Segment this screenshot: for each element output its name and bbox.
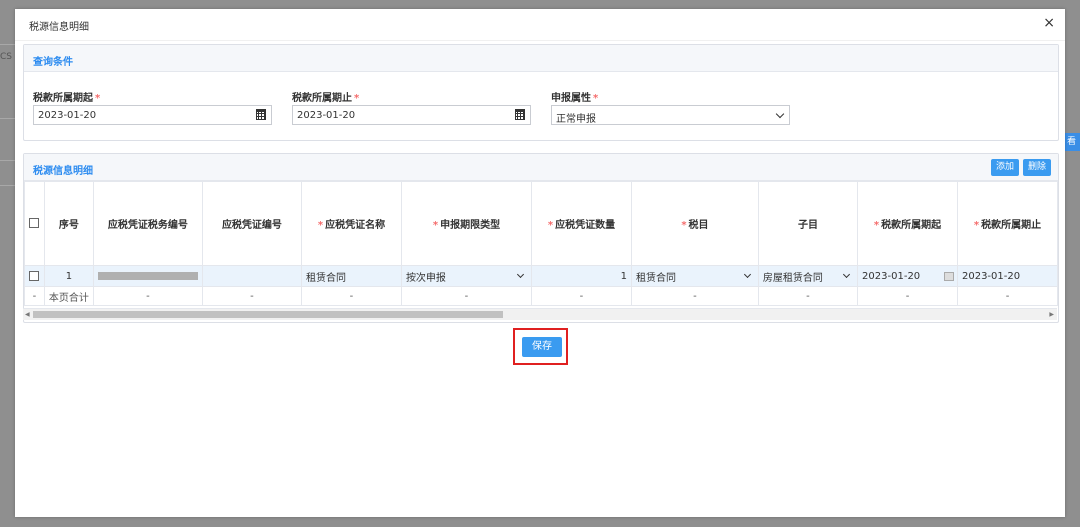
- declaration-attr-label: 申报属性: [551, 93, 591, 104]
- row-quantity-input[interactable]: 1: [531, 265, 632, 287]
- col-header-voucher-no: 应税凭证编号: [201, 181, 303, 266]
- chevron-down-icon: [743, 270, 751, 279]
- row-tax-no-redacted: [92, 265, 203, 287]
- row-period-end-input[interactable]: 2023-01-20: [956, 265, 1058, 287]
- row-voucher-name[interactable]: 租赁合同: [301, 265, 402, 287]
- chevron-down-icon: [843, 270, 851, 279]
- required-mark: *: [354, 93, 360, 104]
- row-checkbox-cell[interactable]: [24, 265, 45, 287]
- row-voucher-no-input[interactable]: [201, 265, 303, 287]
- col-header-tax-no: 应税凭证税务编号: [92, 181, 203, 266]
- background-divider: [0, 44, 16, 45]
- required-mark: *: [593, 93, 599, 104]
- detail-panel: 税源信息明细 添加 删除 序号 应税凭证税务编号 应税凭证编号 * 应税凭证名称 …: [23, 153, 1059, 323]
- query-panel-title: 查询条件: [33, 57, 73, 68]
- row-period-type-select[interactable]: 按次申报: [400, 265, 533, 287]
- background-divider: [0, 118, 16, 119]
- row-sub-item-select[interactable]: 房屋租赁合同: [757, 265, 859, 287]
- row-period-start-input[interactable]: 2023-01-20: [857, 265, 958, 287]
- calendar-icon[interactable]: [256, 109, 266, 120]
- scroll-right-icon[interactable]: ▶: [1049, 311, 1054, 318]
- chevron-down-icon: [775, 109, 785, 119]
- period-end-value: 2023-01-20: [297, 110, 356, 121]
- redacted-bar: [97, 271, 198, 280]
- col-header-voucher-name: * 应税凭证名称: [301, 181, 402, 266]
- declaration-attr-field: 申报属性 * 正常申报: [551, 89, 790, 125]
- period-start-label: 税款所属期起: [33, 93, 93, 104]
- col-header-item: * 税目: [630, 181, 759, 266]
- add-row-button[interactable]: 添加: [991, 159, 1019, 176]
- col-header-period-start: * 税款所属期起: [857, 181, 958, 266]
- period-start-input[interactable]: 2023-01-20: [33, 105, 272, 125]
- col-header-period-type: * 申报期限类型: [400, 181, 533, 266]
- save-button[interactable]: 保存: [522, 337, 562, 357]
- scrollbar-thumb[interactable]: [33, 311, 503, 318]
- tax-source-detail-modal: 税源信息明细 × 查询条件 税款所属期起 * 2023-01-20 税款所属期止 *…: [15, 9, 1065, 517]
- period-start-field: 税款所属期起 * 2023-01-20: [33, 89, 272, 125]
- table-horizontal-scrollbar[interactable]: ◀ ▶: [23, 308, 1057, 320]
- period-start-value: 2023-01-20: [38, 110, 97, 121]
- col-header-quantity: * 应税凭证数量: [531, 181, 632, 266]
- col-header-period-end: * 税款所属期止: [956, 181, 1058, 266]
- background-text-fragment: CS: [0, 52, 12, 62]
- close-icon[interactable]: ×: [1043, 15, 1055, 31]
- col-header-seq: 序号: [43, 181, 94, 266]
- background-view-button: 看: [1063, 133, 1080, 151]
- background-divider: [0, 185, 16, 186]
- checkbox-icon[interactable]: [29, 270, 40, 281]
- query-panel-header: 查询条件: [24, 45, 1058, 72]
- delete-row-button[interactable]: 删除: [1023, 159, 1051, 176]
- tax-source-table: 序号 应税凭证税务编号 应税凭证编号 * 应税凭证名称 * 申报期限类型 * 应税凭证…: [24, 181, 1058, 322]
- col-header-sub-item: 子目: [757, 181, 859, 266]
- background-divider: [0, 160, 16, 161]
- calendar-icon[interactable]: [515, 109, 525, 120]
- summary-label: 本页合计: [43, 286, 94, 306]
- required-mark: *: [95, 93, 101, 104]
- detail-panel-title: 税源信息明细: [33, 166, 93, 177]
- calendar-icon[interactable]: [943, 272, 954, 281]
- declaration-attr-select[interactable]: 正常申报: [551, 105, 790, 125]
- table-header-row: 序号 应税凭证税务编号 应税凭证编号 * 应税凭证名称 * 申报期限类型 * 应税凭证…: [24, 181, 1058, 266]
- period-end-field: 税款所属期止 * 2023-01-20: [292, 89, 531, 125]
- row-item-select[interactable]: 租赁合同: [630, 265, 759, 287]
- select-all-checkbox-cell[interactable]: [24, 181, 45, 266]
- modal-header: 税源信息明细 ×: [15, 9, 1065, 41]
- detail-panel-header: 税源信息明细 添加 删除: [24, 154, 1058, 181]
- query-panel: 查询条件 税款所属期起 * 2023-01-20 税款所属期止 * 2023-01-…: [23, 44, 1059, 141]
- modal-title: 税源信息明细: [29, 22, 89, 33]
- period-end-input[interactable]: 2023-01-20: [292, 105, 531, 125]
- checkbox-icon[interactable]: [29, 218, 40, 228]
- period-end-label: 税款所属期止: [292, 93, 352, 104]
- summary-row: - 本页合计 - - - - - - - - -: [24, 286, 1058, 306]
- chevron-down-icon: [516, 270, 525, 279]
- scroll-left-icon[interactable]: ◀: [25, 311, 30, 318]
- declaration-attr-value: 正常申报: [556, 114, 596, 125]
- table-row[interactable]: 1 租赁合同 按次申报 1 租赁合同 房屋租赁合同 2023-01-20 202…: [24, 265, 1058, 287]
- row-seq: 1: [43, 265, 94, 287]
